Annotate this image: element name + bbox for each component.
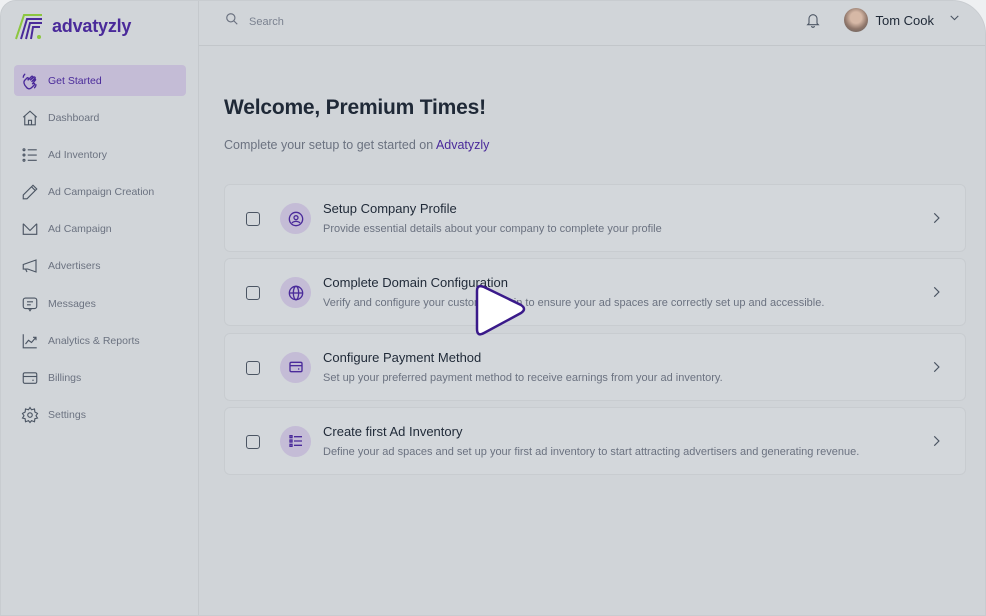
message-icon (21, 295, 39, 313)
sidebar-item-label: Ad Campaign (48, 223, 112, 236)
sidebar-item-get-started[interactable]: Get Started (14, 65, 186, 96)
user-name: Tom Cook (875, 12, 934, 28)
task-create-first-ad-inventory[interactable]: Create first Ad Inventory Define your ad… (224, 406, 966, 475)
task-description: Provide essential details about your com… (323, 223, 662, 235)
top-bar: Tom Cook (199, 1, 985, 46)
task-setup-company-profile[interactable]: Setup Company Profile Provide essential … (224, 184, 966, 252)
sidebar-item-settings[interactable]: Settings (14, 400, 186, 431)
sidebar-item-label: Billings (48, 372, 82, 384)
sidebar-item-advertisers[interactable]: Advertisers (14, 251, 186, 282)
sidebar-item-label: Analytics & Reports (48, 334, 140, 347)
sidebar: advatyzly Get Started Dashboard Ad Inven… (1, 1, 199, 615)
sidebar-item-label: Ad Campaign Creation (48, 186, 155, 199)
chevron-right-icon (929, 434, 943, 453)
list-icon (21, 146, 39, 164)
subtitle-text: Complete your setup to get started on (224, 138, 436, 152)
task-checkbox[interactable] (246, 434, 260, 449)
task-checkbox[interactable] (246, 212, 260, 226)
sidebar-item-ad-campaign-creation[interactable]: Ad Campaign Creation (14, 177, 186, 208)
globe-icon (280, 277, 311, 309)
logo[interactable]: advatyzly (14, 11, 131, 41)
page-subtitle: Complete your setup to get started on Ad… (224, 138, 966, 152)
task-description: Define your ad spaces and set up your fi… (323, 445, 860, 458)
waving-hand-icon (21, 72, 39, 90)
sidebar-item-label: Settings (48, 409, 86, 422)
task-complete-domain-configuration[interactable]: Complete Domain Configuration Verify and… (224, 258, 966, 327)
chevron-right-icon (929, 285, 943, 304)
sidebar-item-dashboard[interactable]: Dashboard (14, 102, 186, 133)
bell-icon[interactable] (805, 11, 821, 34)
chevron-down-icon (948, 11, 961, 29)
task-description: Verify and configure your custom domain … (323, 297, 825, 310)
sidebar-item-label: Ad Inventory (48, 148, 107, 161)
task-title: Create first Ad Inventory (323, 423, 463, 439)
pencil-icon (21, 183, 39, 201)
welcome-section: Welcome, Premium Times! Complete your se… (224, 96, 966, 152)
sidebar-item-label: Messages (48, 297, 96, 310)
list-icon (280, 425, 311, 457)
chart-line-icon (21, 332, 39, 350)
sidebar-item-billings[interactable]: Billings (14, 363, 186, 394)
envelope-icon (21, 220, 39, 238)
sidebar-item-label: Get Started (48, 74, 102, 87)
app-window: advatyzly Get Started Dashboard Ad Inven… (0, 0, 986, 616)
sidebar-item-analytics-reports[interactable]: Analytics & Reports (14, 325, 186, 356)
page-title: Welcome, Premium Times! (224, 96, 486, 119)
task-title: Configure Payment Method (323, 349, 482, 365)
task-title: Setup Company Profile (323, 201, 457, 216)
sidebar-item-label: Dashboard (48, 111, 100, 124)
chevron-right-icon (929, 360, 943, 379)
card-icon (280, 351, 311, 383)
search-input[interactable] (249, 15, 449, 28)
play-button[interactable] (469, 281, 529, 341)
play-icon (475, 284, 526, 336)
brand-link[interactable]: Advatyzly (436, 138, 490, 152)
logo-icon (15, 14, 42, 40)
sidebar-item-messages[interactable]: Messages (14, 288, 186, 319)
search-bar (225, 12, 449, 31)
sidebar-item-ad-inventory[interactable]: Ad Inventory (14, 139, 186, 170)
task-checkbox[interactable] (246, 286, 260, 301)
gear-icon (21, 406, 39, 424)
sidebar-item-label: Advertisers (48, 260, 101, 273)
user-menu[interactable]: Tom Cook (844, 8, 961, 32)
megaphone-icon (21, 257, 39, 275)
task-checkbox[interactable] (246, 360, 260, 375)
task-configure-payment-method[interactable]: Configure Payment Method Set up your pre… (224, 332, 966, 401)
home-icon (21, 109, 39, 127)
setup-task-list: Setup Company Profile Provide essential … (224, 184, 966, 481)
task-description: Set up your preferred payment method to … (323, 371, 723, 384)
sidebar-nav: Get Started Dashboard Ad Inventory Ad Ca… (14, 65, 186, 437)
brand-name: advatyzly (52, 15, 132, 36)
search-icon (225, 12, 239, 31)
avatar (844, 8, 869, 32)
card-icon (21, 369, 39, 387)
sidebar-item-ad-campaign[interactable]: Ad Campaign (14, 214, 186, 245)
user-circle-icon (280, 203, 311, 234)
chevron-right-icon (929, 211, 943, 230)
